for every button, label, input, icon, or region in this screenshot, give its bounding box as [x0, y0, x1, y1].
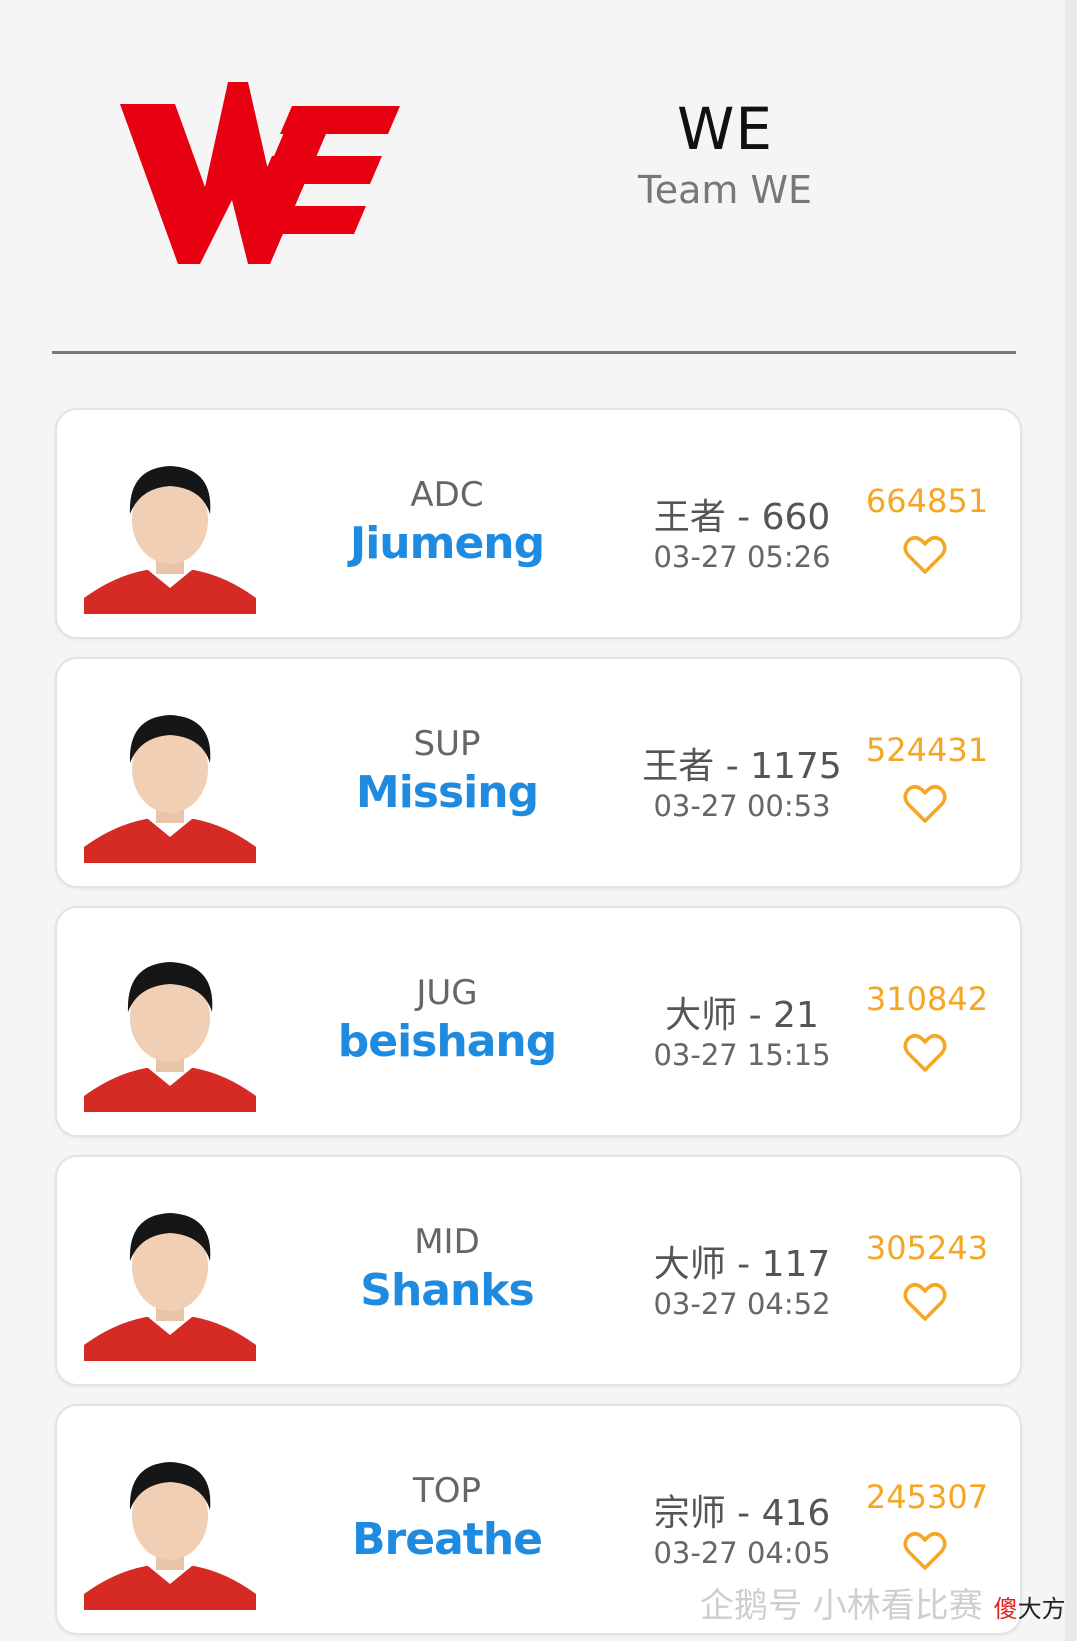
player-rank: 宗师 - 416 — [653, 1493, 831, 1534]
player-rank: 大师 - 117 — [653, 1244, 831, 1285]
player-role: MID — [414, 1222, 480, 1262]
player-avatar — [84, 962, 256, 1112]
player-time: 03-27 15:15 — [653, 1038, 831, 1072]
heart-outline-icon[interactable] — [903, 784, 947, 824]
heart-outline-icon[interactable] — [903, 535, 947, 575]
like-count: 305243 — [865, 1229, 989, 1267]
we-logo — [120, 82, 400, 264]
like-count: 310842 — [865, 980, 989, 1018]
player-name[interactable]: Shanks — [317, 1265, 577, 1316]
like-count: 664851 — [865, 482, 989, 520]
watermark: 企鹅号 小林看比赛 傻大方 — [700, 1578, 1066, 1628]
player-rank: 王者 - 1175 — [642, 746, 842, 787]
like-count: 524431 — [865, 731, 989, 769]
player-avatar — [84, 1462, 256, 1610]
player-name[interactable]: Missing — [317, 767, 577, 818]
header-divider — [52, 351, 1016, 354]
player-name[interactable]: beishang — [317, 1016, 577, 1067]
player-role: SUP — [413, 724, 481, 764]
player-time: 03-27 04:05 — [653, 1536, 831, 1570]
player-avatar — [84, 1213, 256, 1361]
player-avatar — [84, 715, 256, 863]
player-rank: 王者 - 660 — [653, 497, 831, 538]
player-role: TOP — [412, 1471, 482, 1511]
player-time: 03-27 04:52 — [653, 1287, 831, 1321]
player-card[interactable]: ADC Jiumeng 王者 - 660 03-27 05:26 664851 — [55, 408, 1022, 639]
watermark-stamp-black: 大方 — [1017, 1595, 1066, 1623]
player-name[interactable]: Breathe — [317, 1514, 577, 1565]
team-full-name: Team WE — [637, 168, 813, 212]
player-name[interactable]: Jiumeng — [317, 518, 577, 569]
player-rank: 大师 - 21 — [665, 995, 819, 1036]
player-role: JUG — [416, 973, 478, 1013]
team-header: WE Team WE — [0, 0, 1077, 360]
player-role: ADC — [410, 475, 484, 515]
heart-outline-icon[interactable] — [903, 1282, 947, 1322]
team-short-name: WE — [677, 95, 773, 163]
player-card[interactable]: SUP Missing 王者 - 1175 03-27 00:53 524431 — [55, 657, 1022, 888]
heart-outline-icon[interactable] — [903, 1033, 947, 1073]
player-card[interactable]: JUG beishang 大师 - 21 03-27 15:15 310842 — [55, 906, 1022, 1137]
watermark-stamp-red: 傻 — [993, 1595, 1018, 1623]
player-time: 03-27 05:26 — [653, 540, 831, 574]
like-count: 245307 — [865, 1478, 989, 1516]
watermark-text: 企鹅号 小林看比赛 — [700, 1586, 983, 1626]
player-avatar — [84, 466, 256, 614]
heart-outline-icon[interactable] — [903, 1531, 947, 1571]
player-time: 03-27 00:53 — [653, 789, 831, 823]
player-card[interactable]: MID Shanks 大师 - 117 03-27 04:52 305243 — [55, 1155, 1022, 1386]
